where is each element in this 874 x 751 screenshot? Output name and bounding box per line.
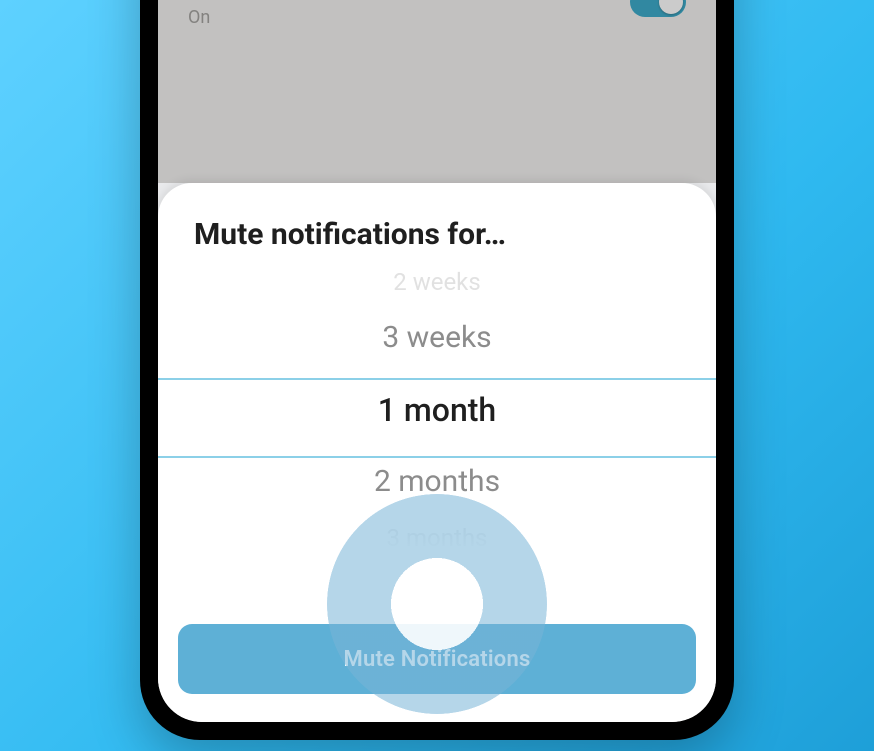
background-gradient: Username Notifications On xyxy=(0,0,874,751)
sheet-title: Mute notifications for… xyxy=(158,183,716,262)
duration-picker[interactable]: 2 weeks 3 weeks 1 month 2 months 3 month… xyxy=(158,262,716,552)
sheet-action-area: Mute Notifications xyxy=(178,624,696,694)
picker-option-faded-top[interactable]: 2 weeks xyxy=(158,262,716,302)
picker-bottom-fade xyxy=(158,512,716,552)
picker-option-below[interactable]: 2 months xyxy=(158,446,716,518)
picker-list: 2 weeks 3 weeks 1 month 2 months 3 month… xyxy=(158,262,716,552)
picker-option-selected[interactable]: 1 month xyxy=(158,374,716,446)
modal-scrim[interactable] xyxy=(158,0,716,183)
mute-button-label: Mute Notifications xyxy=(344,647,531,672)
picker-option-above[interactable]: 3 weeks xyxy=(158,302,716,374)
phone-screen: Username Notifications On xyxy=(158,0,716,722)
mute-bottom-sheet: Mute notifications for… 2 weeks 3 weeks … xyxy=(158,183,716,722)
phone-frame: Username Notifications On xyxy=(140,0,734,740)
mute-notifications-button[interactable]: Mute Notifications xyxy=(178,624,696,694)
